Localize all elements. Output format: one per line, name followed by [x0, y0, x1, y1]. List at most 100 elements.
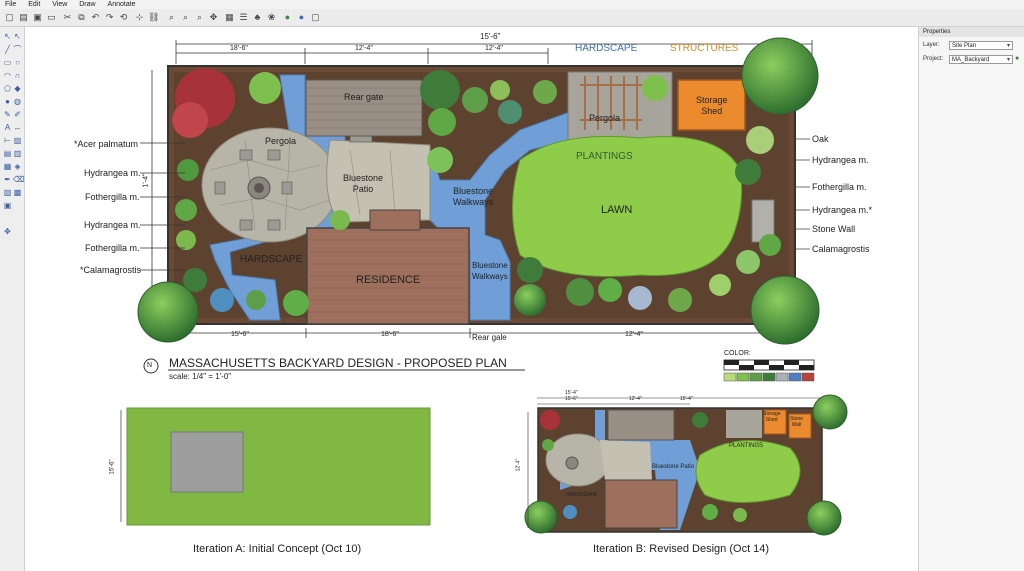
help-icon[interactable]: ●: [296, 12, 307, 23]
menu-file[interactable]: File: [5, 1, 16, 8]
plant-label-hydrangea-3: Hydrangea m.: [812, 155, 869, 165]
iteration-b-stone-wall-label: Stone Wall: [790, 416, 804, 428]
plant-library-icon[interactable]: ❀: [266, 12, 277, 23]
symbol-library-icon[interactable]: ♣: [252, 12, 263, 23]
move-tool-icon[interactable]: ✥: [3, 227, 12, 236]
palette-swatch[interactable]: [749, 372, 763, 382]
iteration-a-caption: Iteration A: Initial Concept (Oct 10): [193, 543, 362, 555]
menu-annotate[interactable]: Annotate: [108, 1, 136, 8]
arc-tool-icon[interactable]: ◠: [3, 71, 12, 80]
iteration-b-shed-label: Storage Shed: [763, 411, 781, 423]
zoom-fit-icon[interactable]: ⌕: [194, 12, 205, 23]
polygon-tool-icon[interactable]: ⬠: [3, 84, 12, 93]
iteration-b-patio-label: Bluestone Patio: [652, 464, 695, 470]
print-icon[interactable]: ▭: [46, 12, 57, 23]
grid-icon[interactable]: ▦: [224, 12, 235, 23]
zoom-out-icon[interactable]: ⌕: [180, 12, 191, 23]
new-file-icon[interactable]: ▢: [4, 12, 15, 23]
iteration-b-dim-3: 15'-4": [680, 396, 693, 402]
bottom-dim-3: 12'-4": [625, 331, 643, 338]
select-tool-icon[interactable]: ⊹: [134, 12, 145, 23]
color-legend-label: COLOR:: [724, 350, 751, 357]
wall-tool-icon[interactable]: ▤: [3, 149, 12, 158]
drawing-canvas[interactable]: 15'-6" 18'-6" 12'-4" 12'-4" HARDSCAPE ST…: [25, 27, 918, 571]
path-tool-icon[interactable]: ▥: [13, 149, 22, 158]
save-icon[interactable]: ▣: [32, 12, 43, 23]
bottom-dim-1: 15'-6": [231, 331, 249, 338]
palette-swatch[interactable]: [801, 372, 815, 382]
zoom-in-icon[interactable]: ⌕: [166, 12, 177, 23]
palette-swatch[interactable]: [775, 372, 789, 382]
iteration-b-side-dim: 12'-4": [515, 458, 522, 472]
layer-select[interactable]: Site Plan ▾: [949, 41, 1013, 50]
iteration-a-house[interactable]: [170, 431, 244, 493]
measure-tool-icon[interactable]: ⊢: [3, 136, 12, 145]
menu-bar: File Edit View Draw Annotate: [0, 0, 1024, 9]
palette-swatch[interactable]: [723, 372, 737, 382]
brush-tool-icon[interactable]: ✐: [13, 110, 22, 119]
cut-icon[interactable]: ✂: [62, 12, 73, 23]
polyline-tool-icon[interactable]: ⌒: [13, 45, 22, 54]
properties-panel: Properties Layer: Site Plan ▾ Project: MA…: [918, 27, 1024, 571]
lawn-label: LAWN: [601, 204, 633, 216]
bottom-dim-2: 18'-6": [381, 331, 399, 338]
image-tool-icon[interactable]: ▣: [3, 201, 12, 210]
fill-tool-icon[interactable]: ◆: [13, 84, 22, 93]
menu-edit[interactable]: Edit: [28, 1, 40, 8]
tree-tool-icon[interactable]: ◍: [13, 97, 22, 106]
hardscape-header: HARDSCAPE: [575, 43, 638, 54]
site-plan-drawing: [120, 37, 848, 536]
text-tool-icon[interactable]: A: [3, 123, 12, 132]
bluestone-walkways-label-2: Bluestone Walkways: [472, 261, 508, 281]
rear-gate-structure[interactable]: [305, 79, 423, 137]
edit-icon[interactable]: ●: [1015, 54, 1019, 64]
plant-label-fothergilla-3: Fothergilla m.: [812, 182, 867, 192]
layer-label: Layer:: [923, 42, 940, 48]
top-dim-3: 12'-4": [485, 45, 503, 52]
pointer-tool-icon[interactable]: ↖: [3, 32, 12, 41]
chevron-down-icon: ▾: [1006, 57, 1010, 63]
pencil-tool-icon[interactable]: ✎: [3, 110, 12, 119]
undo-icon[interactable]: ↶: [90, 12, 101, 23]
grid-tool-icon[interactable]: ▦: [3, 162, 12, 171]
dimension-tool-icon[interactable]: ↔: [13, 123, 22, 132]
plant-label-calamagrostis-1: *Calamagrostis: [80, 265, 142, 275]
layers-icon[interactable]: ☰: [238, 12, 249, 23]
settings-icon[interactable]: ▢: [310, 12, 321, 23]
plant-label-hydrangea-4: Hydrangea m.*: [812, 205, 873, 215]
menu-draw[interactable]: Draw: [79, 1, 95, 8]
eyedropper-tool-icon[interactable]: ✒: [3, 175, 12, 184]
link-icon[interactable]: ⛓: [148, 12, 159, 23]
palette-swatch[interactable]: [736, 372, 750, 382]
open-folder-icon[interactable]: ▤: [18, 12, 29, 23]
symbol-tool-icon[interactable]: ▩: [13, 188, 22, 197]
palette-swatch[interactable]: [788, 372, 802, 382]
pergola-right-label: Pergola: [589, 113, 621, 123]
plant-label-oak: Oak: [812, 134, 829, 144]
scale-bar: [723, 359, 815, 371]
globe-icon[interactable]: ●: [282, 12, 293, 23]
history-icon[interactable]: ⟲: [118, 12, 129, 23]
layer-tool-icon[interactable]: ▧: [3, 188, 12, 197]
line-tool-icon[interactable]: ╱: [3, 45, 12, 54]
curve-tool-icon[interactable]: ∩: [13, 71, 22, 80]
project-select[interactable]: MA_Backyard ▾: [949, 55, 1013, 64]
redo-icon[interactable]: ↷: [104, 12, 115, 23]
eraser-tool-icon[interactable]: ⌫: [13, 175, 24, 184]
pan-icon[interactable]: ✥: [208, 12, 219, 23]
color-palette: [723, 372, 815, 382]
plan-scale: scale: 1/4" = 1'-0": [169, 372, 232, 381]
stamp-tool-icon[interactable]: ◈: [13, 162, 22, 171]
shrub-tool-icon[interactable]: ●: [3, 97, 12, 106]
tool-palette: ↖ ↖ ╱ ⌒ ▭ ○ ◠ ∩ ⬠ ◆ ● ◍ ✎ ✐ A ↔ ⊢ ▨ ▤ ▥ …: [0, 27, 25, 571]
menu-view[interactable]: View: [52, 1, 67, 8]
hatch-tool-icon[interactable]: ▨: [13, 136, 22, 145]
copy-icon[interactable]: ⧉: [76, 12, 87, 23]
side-dimension: 1'-4": [142, 173, 150, 188]
rectangle-tool-icon[interactable]: ▭: [3, 58, 12, 67]
palette-swatch[interactable]: [762, 372, 776, 382]
bluestone-walkways-label-1: Bluestone Walkways: [453, 186, 494, 207]
circle-tool-icon[interactable]: ○: [13, 58, 22, 67]
node-tool-icon[interactable]: ↖: [13, 32, 22, 41]
bluestone-patio-label: Bluestone Patio: [343, 173, 384, 194]
